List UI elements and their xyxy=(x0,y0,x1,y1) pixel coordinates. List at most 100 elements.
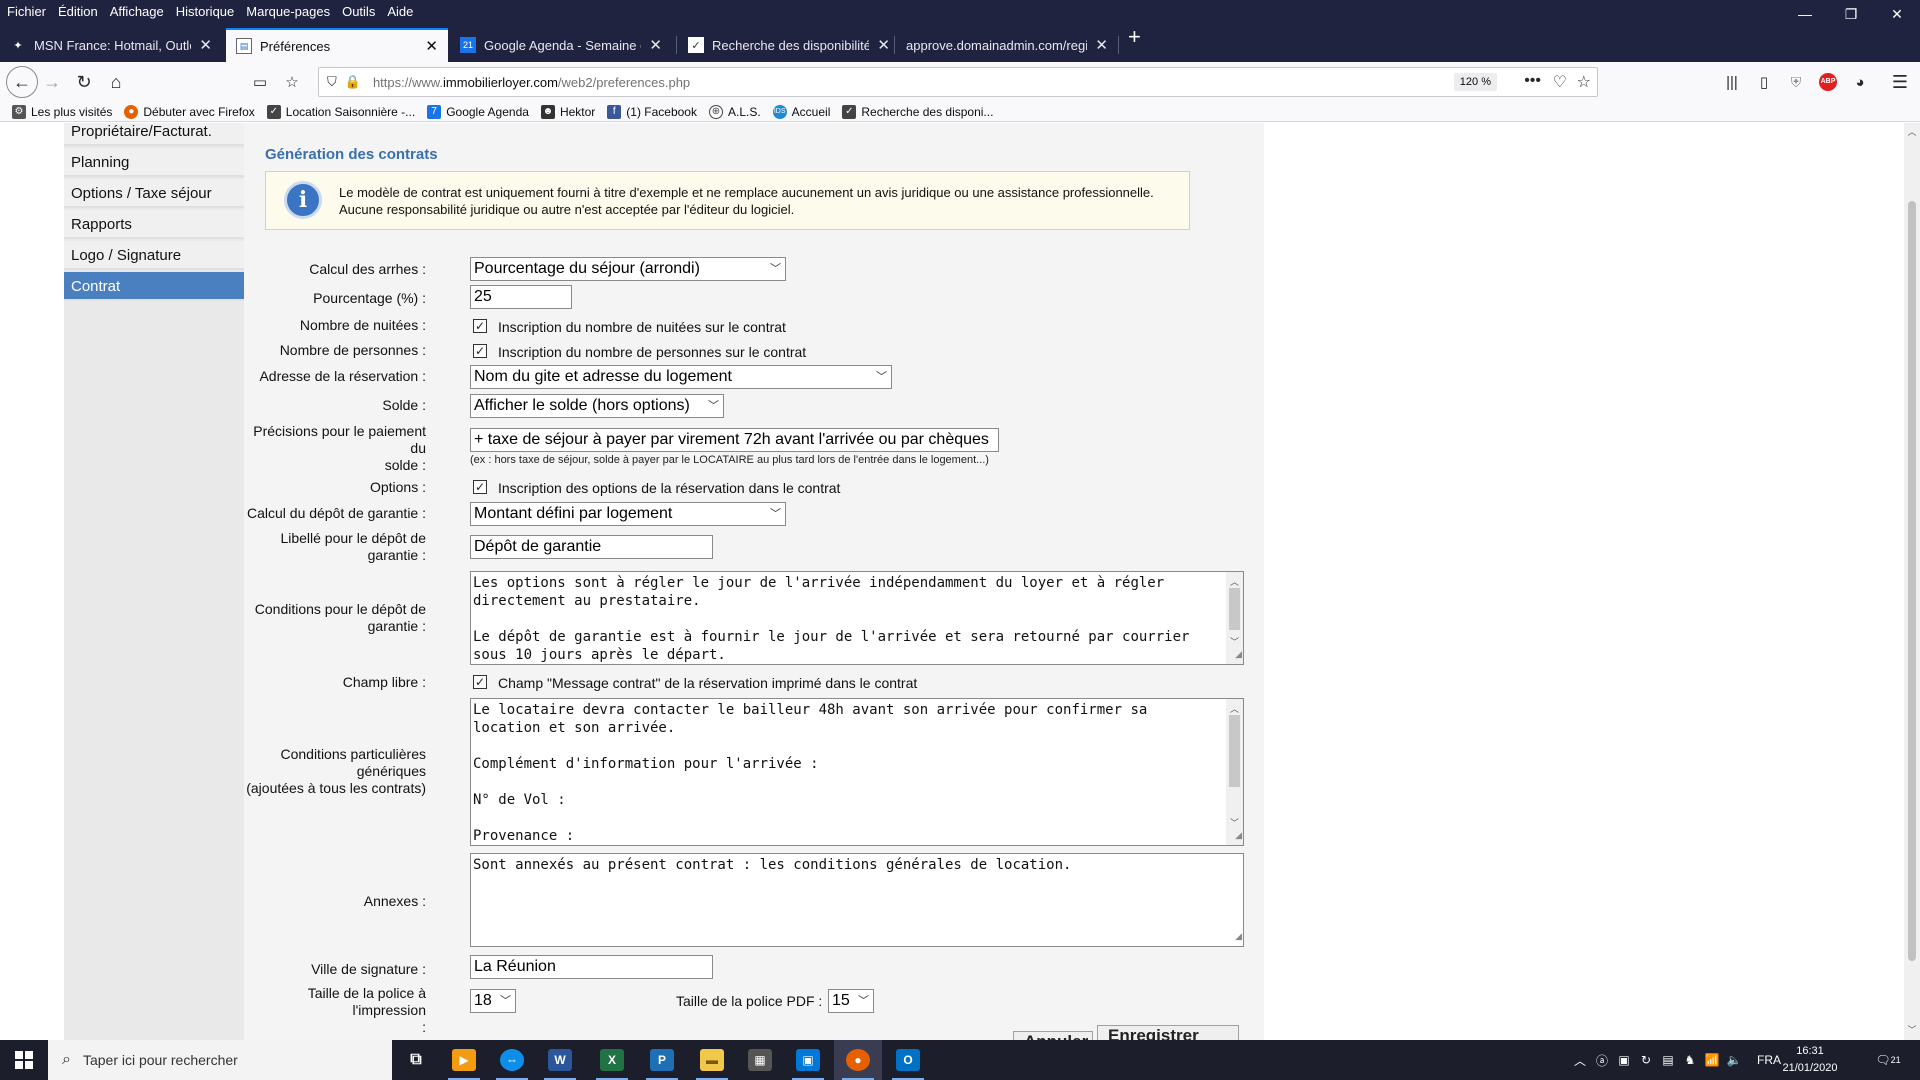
resize-grip-icon[interactable]: ◢ xyxy=(1235,928,1242,946)
chevron-up-icon[interactable]: ︿ xyxy=(1570,1040,1590,1080)
forward-icon[interactable]: → xyxy=(40,70,64,94)
accessibility-icon[interactable]: ⓐ xyxy=(1592,1040,1612,1080)
close-tab-icon[interactable]: ✕ xyxy=(199,36,212,54)
depot-select[interactable]: Montant défini par logement ﹀ xyxy=(470,502,786,526)
taskbar-media[interactable]: ▶ xyxy=(440,1040,488,1080)
ville-input[interactable]: La Réunion xyxy=(470,955,713,979)
arrhes-select[interactable]: Pourcentage du séjour (arrondi) ﹀ xyxy=(470,257,786,281)
personnes-checkbox[interactable]: ✓ xyxy=(473,344,487,358)
police-select[interactable]: 18 ﹀ xyxy=(470,989,516,1013)
close-tab-icon[interactable]: ✕ xyxy=(425,37,438,55)
shield-extension-icon[interactable]: ⛨ xyxy=(1784,70,1808,94)
taskbar-file-explorer[interactable]: ▬ xyxy=(688,1040,736,1080)
sidebar-item-logo[interactable]: Logo / Signature xyxy=(64,241,244,270)
start-button[interactable] xyxy=(0,1040,48,1080)
bookmark-star-icon[interactable]: ☆ xyxy=(280,70,304,94)
url-bar[interactable]: ⛉ 🔒 https://www.immobilierloyer.com/web2… xyxy=(318,67,1598,97)
taskbar-outlook[interactable]: O xyxy=(884,1040,932,1080)
adblock-icon[interactable]: ABP xyxy=(1816,70,1840,94)
clock[interactable]: 16:31 21/01/2020 xyxy=(1778,1043,1842,1077)
bookmark-item[interactable]: ⊕ A.L.S. xyxy=(708,104,761,119)
folder-icon[interactable]: ▭ xyxy=(248,70,272,94)
resize-grip-icon[interactable]: ◢ xyxy=(1235,646,1242,664)
tab-msn[interactable]: ✦ MSN France: Hotmail, Outlook, ✕ xyxy=(0,28,222,62)
network-icon[interactable]: 📶 xyxy=(1702,1040,1722,1080)
save-button[interactable]: Enregistrer xyxy=(1097,1025,1239,1040)
monitor-icon[interactable]: ▣ xyxy=(1614,1040,1634,1080)
menu-marque-pages[interactable]: Marque-pages xyxy=(241,4,335,19)
home-icon[interactable]: ⌂ xyxy=(104,70,128,94)
sidebar-toggle-icon[interactable]: ▯ xyxy=(1752,70,1776,94)
page-scrollbar[interactable]: ︿ ﹀ xyxy=(1904,123,1920,1040)
bookmark-item[interactable]: IDS Accueil xyxy=(772,104,830,119)
pourcentage-input[interactable]: 25 xyxy=(470,285,572,309)
bookmark-item[interactable]: ⚙ Les plus visités xyxy=(12,104,112,119)
reload-icon[interactable]: ↻ xyxy=(72,70,96,94)
hamburger-menu-icon[interactable]: ☰ xyxy=(1888,70,1912,94)
sync-icon[interactable]: ↻ xyxy=(1636,1040,1656,1080)
menu-edition[interactable]: Édition xyxy=(53,4,103,19)
taskbar-calculator[interactable]: ▦ xyxy=(736,1040,784,1080)
bookmark-item[interactable]: f (1) Facebook xyxy=(607,104,697,119)
notepad-icon[interactable]: ▤ xyxy=(1658,1040,1678,1080)
tab-approve[interactable]: approve.domainadmin.com/regist ✕ xyxy=(896,28,1118,62)
nuitees-checkbox[interactable]: ✓ xyxy=(473,319,487,333)
taskbar-firefox[interactable]: ● xyxy=(834,1040,882,1080)
menu-historique[interactable]: Historique xyxy=(171,4,240,19)
pocket-icon[interactable]: ♡ xyxy=(1553,72,1567,92)
menu-outils[interactable]: Outils xyxy=(337,4,380,19)
bookmark-item[interactable]: ✓ Recherche des disponi... xyxy=(842,104,993,119)
cancel-button[interactable]: Annuler xyxy=(1013,1031,1093,1040)
notification-center-icon[interactable]: 🗨 21 xyxy=(1872,1040,1904,1080)
sidebar-item-planning[interactable]: Planning xyxy=(64,148,244,177)
extension-icon[interactable]: ◕ xyxy=(1848,70,1872,94)
star-icon[interactable]: ☆ xyxy=(1577,72,1591,92)
bookmark-item[interactable]: ● Débuter avec Firefox xyxy=(124,104,255,119)
champ-checkbox[interactable]: ✓ xyxy=(473,675,487,689)
new-tab-icon[interactable]: + xyxy=(1128,24,1141,50)
bookmark-item[interactable]: ☻ Hektor xyxy=(540,104,595,119)
shield-icon[interactable]: ⛉ xyxy=(327,74,337,90)
bookmark-item[interactable]: 7 Google Agenda xyxy=(427,104,529,119)
library-icon[interactable]: ||| xyxy=(1720,70,1744,94)
solde-select[interactable]: Afficher le solde (hors options) ﹀ xyxy=(470,394,724,418)
annexes-textarea[interactable]: Sont annexés au présent contrat : les co… xyxy=(470,853,1244,947)
taskbar-teamviewer[interactable]: ⇔ xyxy=(488,1040,536,1080)
menu-fichier[interactable]: Fichier xyxy=(2,4,51,19)
particulieres-textarea[interactable]: Le locataire devra contacter le bailleur… xyxy=(470,698,1244,846)
close-tab-icon[interactable]: ✕ xyxy=(877,36,890,54)
taskbar-publisher[interactable]: P xyxy=(638,1040,686,1080)
close-tab-icon[interactable]: ✕ xyxy=(1095,36,1108,54)
conditions-textarea[interactable]: Les options sont à régler le jour de l'a… xyxy=(470,571,1244,665)
close-tab-icon[interactable]: ✕ xyxy=(649,36,662,54)
app-tray-icon[interactable]: ♞ xyxy=(1680,1040,1700,1080)
back-icon[interactable]: ← xyxy=(6,66,38,98)
zoom-indicator[interactable]: 120 % xyxy=(1453,73,1497,91)
tab-preferences[interactable]: ▤ Préférences ✕ xyxy=(226,28,448,62)
taskbar-task-view[interactable]: ⧉ xyxy=(392,1040,440,1080)
taskbar-search-input[interactable]: ⌕ Taper ici pour rechercher xyxy=(48,1040,392,1080)
adresse-select[interactable]: Nom du gite et adresse du logement ﹀ xyxy=(470,365,892,389)
menu-aide[interactable]: Aide xyxy=(382,4,418,19)
bookmark-item[interactable]: ✓ Location Saisonnière -... xyxy=(266,104,415,119)
options-checkbox[interactable]: ✓ xyxy=(473,480,487,494)
resize-grip-icon[interactable]: ◢ xyxy=(1235,827,1242,845)
precisions-input[interactable]: + taxe de séjour à payer par virement 72… xyxy=(470,428,999,452)
sidebar-item-contrat[interactable]: Contrat xyxy=(64,272,244,301)
police-pdf-select[interactable]: 15 ﹀ xyxy=(828,989,874,1013)
taskbar-excel[interactable]: X xyxy=(588,1040,636,1080)
libelle-input[interactable]: Dépôt de garantie xyxy=(470,535,713,559)
lock-icon[interactable]: 🔒 xyxy=(345,74,361,90)
taskbar-store[interactable]: ▣ xyxy=(784,1040,832,1080)
taskbar-word[interactable]: W xyxy=(536,1040,584,1080)
language-indicator[interactable]: FRA xyxy=(1757,1040,1781,1080)
sidebar-item-options[interactable]: Options / Taxe séjour xyxy=(64,179,244,208)
sidebar-item-rapports[interactable]: Rapports xyxy=(64,210,244,239)
tab-google-agenda[interactable]: 21 Google Agenda - Semaine du 2 ✕ xyxy=(450,28,672,62)
more-actions-icon[interactable]: ••• xyxy=(1524,72,1541,90)
textarea-scrollbar[interactable]: ︿ ﹀ xyxy=(1226,699,1243,845)
tab-recherche[interactable]: ✓ Recherche des disponibilités ✕ xyxy=(678,28,900,62)
sidebar-item-proprietaire[interactable]: Propriétaire/Facturat. xyxy=(64,123,244,146)
volume-icon[interactable]: 🔈 xyxy=(1724,1040,1744,1080)
menu-affichage[interactable]: Affichage xyxy=(105,4,169,19)
